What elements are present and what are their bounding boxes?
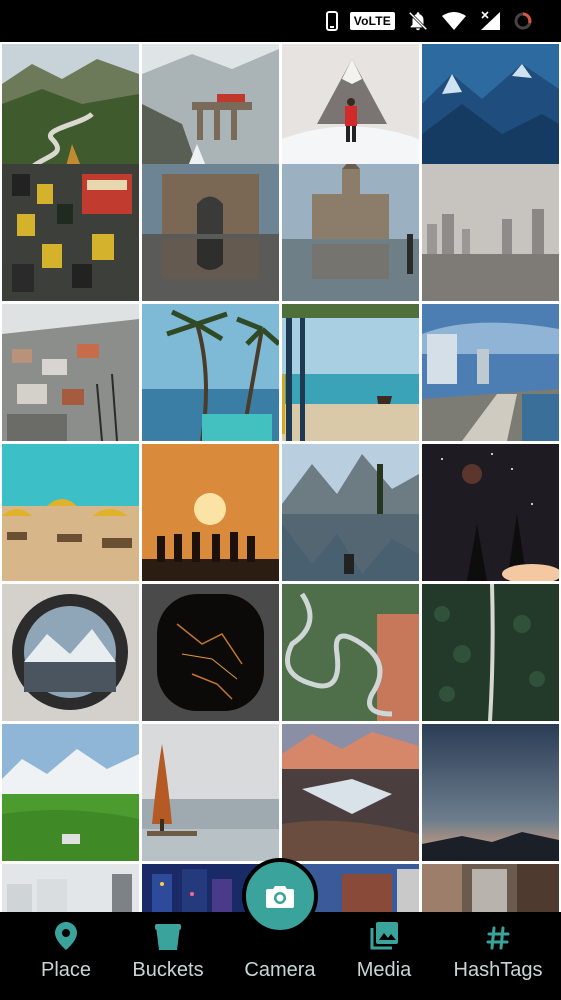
photo-tile[interactable] — [282, 164, 419, 301]
photo-forest-road-aerial — [422, 584, 559, 721]
photo-mountain-lake-reflection — [282, 444, 419, 581]
volte-badge: VoLTE — [349, 12, 395, 30]
nav-item-media[interactable]: Media — [336, 912, 432, 1000]
photo-plane-window-night-city — [142, 584, 279, 721]
photo-tile[interactable] — [142, 444, 279, 581]
status-bar: VoLTE — [0, 0, 561, 42]
photo-seaside-promenade — [282, 304, 419, 441]
photo-tile[interactable] — [282, 44, 419, 181]
photo-hazy-city-skyline — [422, 164, 559, 301]
photo-tile[interactable] — [142, 44, 279, 181]
photo-tile[interactable] — [422, 864, 559, 912]
photo-tile[interactable] — [422, 304, 559, 441]
photo-tile[interactable] — [2, 44, 139, 181]
battery-icon — [514, 12, 532, 30]
photo-coastal-road — [422, 304, 559, 441]
hashtag-icon — [486, 926, 510, 950]
signal-icon — [481, 11, 500, 30]
photo-tile[interactable] — [2, 864, 139, 912]
photo-tile[interactable] — [422, 724, 559, 861]
photo-gateway-monument — [142, 164, 279, 301]
photo-tile[interactable] — [422, 584, 559, 721]
photo-tile[interactable] — [142, 304, 279, 441]
photo-autumn-tree-lake — [142, 724, 279, 861]
photo-sunset-silhouettes — [142, 444, 279, 581]
photo-city-buildings — [2, 864, 139, 912]
photo-tile[interactable] — [142, 584, 279, 721]
nav-label-buckets: Buckets — [132, 959, 204, 981]
photo-grid[interactable] — [0, 42, 561, 912]
photo-tile[interactable] — [142, 724, 279, 861]
photo-tile[interactable] — [282, 584, 419, 721]
photo-hillside-town — [2, 304, 139, 441]
photo-snowy-rail-bridge — [142, 44, 279, 181]
photo-tile[interactable] — [2, 164, 139, 301]
photo-dusk-horizon — [422, 724, 559, 861]
nav-label-camera: Camera — [244, 959, 316, 981]
bucket-icon — [155, 924, 181, 950]
nav-item-buckets[interactable]: Buckets — [120, 912, 216, 1000]
photo-tile[interactable] — [282, 724, 419, 861]
camera-icon — [266, 886, 294, 908]
photo-camera-lens-mountain — [2, 584, 139, 721]
photo-tile[interactable] — [142, 164, 279, 301]
photo-tile[interactable] — [2, 444, 139, 581]
location-pin-icon — [55, 922, 77, 950]
photo-traffic-street — [2, 164, 139, 301]
photo-tile[interactable] — [422, 44, 559, 181]
photo-palm-beach — [142, 304, 279, 441]
nav-item-place[interactable]: Place — [18, 912, 114, 1000]
photo-tile[interactable] — [422, 444, 559, 581]
photo-winding-road-aerial — [282, 584, 419, 721]
photo-tile[interactable] — [422, 164, 559, 301]
photo-sunrise-snowy-lake — [282, 724, 419, 861]
photo-heritage-building-reflection — [282, 164, 419, 301]
photo-starry-night-sky — [422, 444, 559, 581]
photo-hiker-snowy-peak — [282, 44, 419, 181]
photo-beach-umbrellas — [2, 444, 139, 581]
photo-blue-mountains — [422, 44, 559, 181]
photo-tile[interactable] — [2, 304, 139, 441]
status-icons: VoLTE — [325, 10, 533, 32]
photo-mountain-road — [2, 44, 139, 181]
photo-tile[interactable] — [2, 724, 139, 861]
nav-label-hashtags: HashTags — [453, 959, 543, 981]
photo-library-icon — [370, 922, 398, 950]
photo-tile[interactable] — [2, 584, 139, 721]
photo-tile[interactable] — [282, 444, 419, 581]
nav-label-place: Place — [40, 959, 92, 981]
wifi-icon — [442, 12, 466, 30]
phone-icon — [325, 11, 338, 31]
mute-icon — [408, 11, 428, 31]
photo-tile[interactable] — [282, 304, 419, 441]
nav-item-hashtags[interactable]: HashTags — [440, 912, 556, 1000]
photo-green-alpine-valley — [2, 724, 139, 861]
nav-label-media: Media — [356, 959, 412, 981]
camera-button[interactable] — [242, 858, 318, 934]
photo-misty-brick-street — [422, 864, 559, 912]
